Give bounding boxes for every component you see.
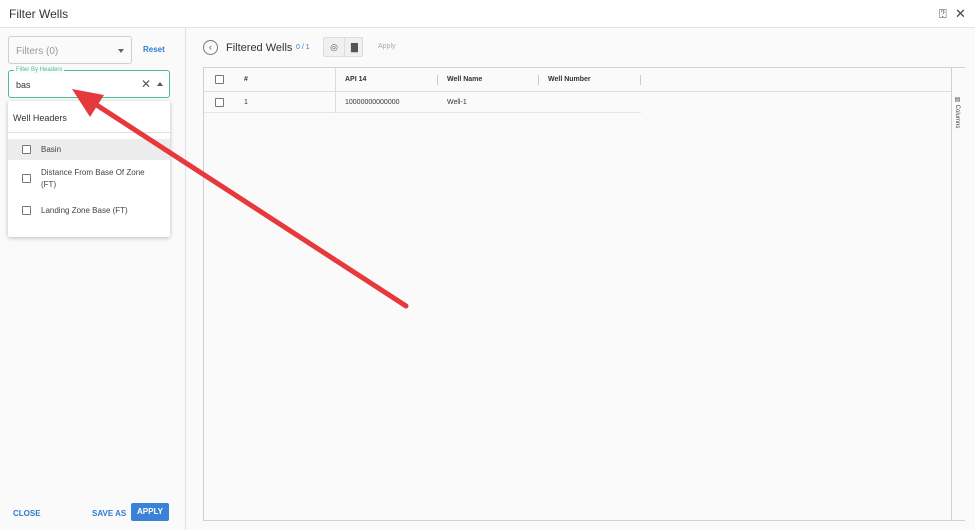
close-button[interactable]: CLOSE [13,509,41,518]
chart-icon[interactable]: ▇ [344,38,364,56]
option-checkbox[interactable] [22,206,31,215]
view-toggle-group: ◎ ▇ [323,37,363,57]
pinned-column-divider [335,68,336,113]
title-bar: Filter Wells ⍰ ✕ [0,0,975,28]
filtered-wells-count: 0 / 1 [296,44,310,51]
clear-icon[interactable]: ✕ [141,77,151,91]
columns-toggle[interactable]: ▤ Columns [954,96,961,128]
cell-well-name: Well-1 [447,99,467,106]
column-header-api14[interactable]: API 14 [345,76,366,83]
column-separator[interactable] [538,75,539,85]
column-separator[interactable] [437,75,438,85]
dropdown-option-distance-from-base-of-zone[interactable]: Distance From Base Of Zone (FT) [8,161,170,197]
columns-label: Columns [954,104,960,129]
headers-dropdown: Well Headers Basin Distance From Base Of… [8,101,170,237]
apply-filter-button[interactable]: Apply [378,43,396,50]
cell-api14: 10000000000000 [345,99,400,106]
window-title: Filter Wells [9,7,69,21]
filter-by-headers-input[interactable] [16,78,136,92]
filters-select-value: Filters (0) [16,46,59,57]
filter-by-headers-field[interactable]: Filter By Headers ✕ [8,66,170,98]
option-checkbox[interactable] [22,145,31,154]
select-all-checkbox[interactable] [215,75,224,84]
wells-grid: # API 14 Well Name Well Number 1 1000000… [203,67,965,521]
row-checkbox[interactable] [215,98,224,107]
chevron-down-icon [118,49,124,53]
back-button[interactable]: ‹ [203,40,218,55]
filtered-wells-title: Filtered Wells [226,42,293,54]
dropdown-divider [8,132,170,133]
table-row[interactable]: 1 10000000000000 Well-1 [204,92,641,113]
filters-select[interactable]: Filters (0) [8,36,132,64]
columns-icon: ▤ [954,96,960,103]
column-header-well-name[interactable]: Well Name [447,76,482,83]
filter-by-headers-label: Filter By Headers [14,66,65,74]
option-checkbox[interactable] [22,174,31,183]
column-header-index[interactable]: # [244,76,248,83]
column-header-well-number[interactable]: Well Number [548,76,591,83]
option-label: Landing Zone Base (FT) [41,206,128,215]
globe-icon[interactable]: ◎ [324,38,344,56]
dropdown-option-landing-zone-base[interactable]: Landing Zone Base (FT) [8,200,170,222]
close-icon[interactable]: ✕ [955,6,966,22]
dropdown-option-basin[interactable]: Basin [8,139,170,160]
dropdown-group-label: Well Headers [13,113,67,123]
option-label: Distance From Base Of Zone (FT) [41,168,145,189]
cell-index: 1 [244,99,248,106]
help-icon[interactable]: ⍰ [939,6,947,22]
apply-button[interactable]: APPLY [131,503,169,521]
save-as-button[interactable]: SAVE AS [92,509,126,518]
option-label: Basin [41,145,62,154]
columns-side-panel: ▤ Columns [951,68,965,520]
filter-panel: Filters (0) Reset Filter By Headers ✕ We… [0,28,186,530]
column-separator[interactable] [640,75,641,85]
reset-button[interactable]: Reset [143,45,165,54]
chevron-up-icon[interactable] [157,82,163,86]
chevron-left-icon: ‹ [209,42,212,52]
grid-header: # API 14 Well Name Well Number [204,68,951,92]
